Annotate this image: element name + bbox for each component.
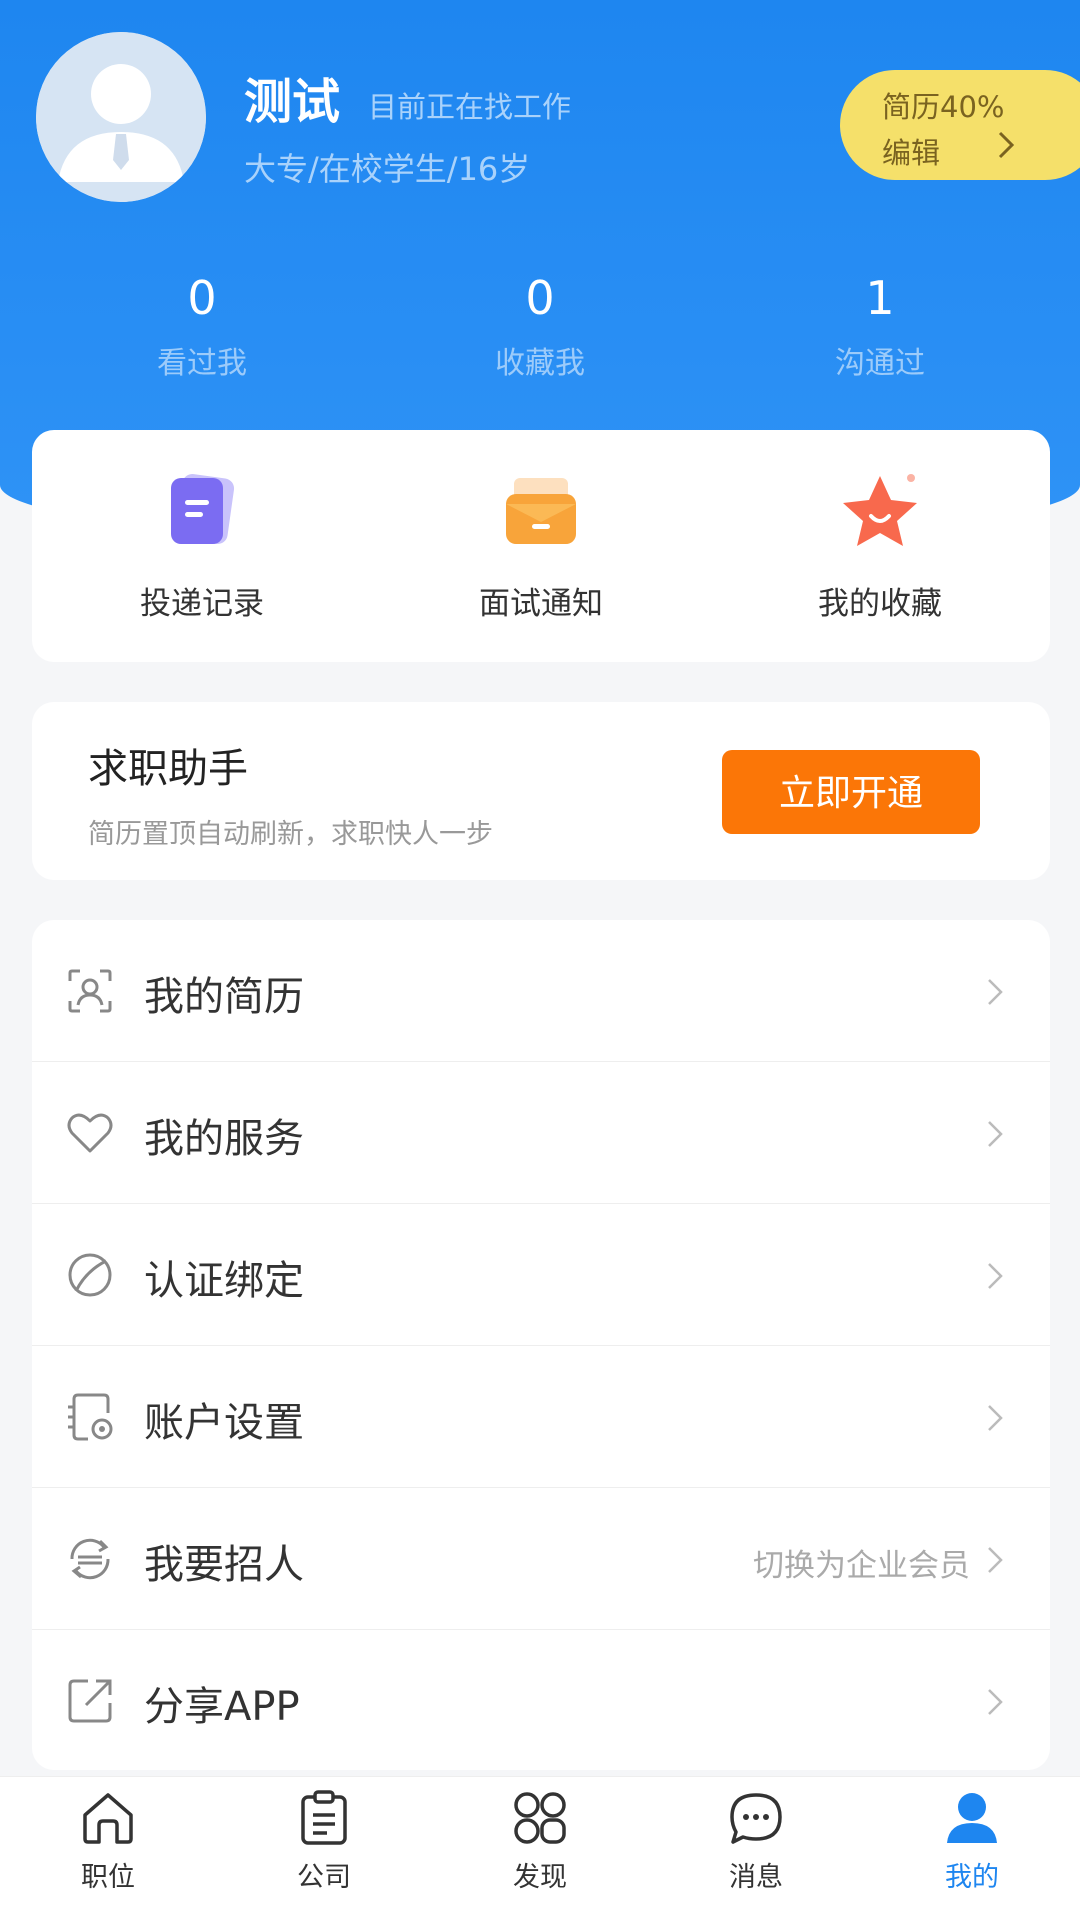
chat-icon (730, 1793, 782, 1844)
chevron-right-icon (988, 1263, 1003, 1289)
stat-value: 0 (187, 271, 217, 325)
quick-link-interviews[interactable]: 面试通知 (371, 466, 711, 623)
quick-link-label: 面试通知 (479, 586, 603, 622)
chevron-right-icon (988, 1689, 1003, 1715)
stat-label: 收藏我 (495, 346, 585, 381)
leaf-icon (68, 1253, 112, 1297)
tab-label: 我的 (945, 1862, 999, 1893)
tab-label: 消息 (729, 1862, 783, 1893)
tab-label: 职位 (81, 1862, 135, 1893)
resume-progress: 简历40% (882, 90, 1005, 124)
stat-favorited[interactable]: 0 收藏我 (370, 270, 710, 382)
menu-label: 我的简历 (144, 974, 304, 1020)
grid-icon (514, 1792, 566, 1844)
assistant-title: 求职助手 (88, 746, 248, 792)
menu-item-verification[interactable]: 认证绑定 (32, 1204, 1050, 1346)
stat-viewed[interactable]: 0 看过我 (32, 270, 372, 382)
user-name: 测试 (244, 74, 341, 130)
tab-me[interactable]: 我的 (864, 1787, 1080, 1894)
stat-label: 看过我 (157, 346, 247, 381)
menu-item-share-app[interactable]: 分享APP (32, 1630, 1050, 1772)
job-status: 目前正在找工作 (368, 90, 572, 124)
switch-icon (70, 1538, 110, 1580)
menu-label: 分享APP (144, 1684, 300, 1730)
quick-links-card: 投递记录 面试通知 我的收藏 (32, 430, 1050, 662)
resume-icon (68, 969, 112, 1013)
clipboard-icon (301, 1790, 347, 1845)
avatar[interactable] (36, 32, 206, 202)
quick-link-favorites[interactable]: 我的收藏 (710, 466, 1050, 623)
activate-button[interactable]: 立即开通 (722, 750, 980, 834)
document-icon (171, 473, 235, 545)
menu-label: 我的服务 (144, 1116, 304, 1162)
job-assistant-card: 求职助手 简历置顶自动刷新，求职快人一步 立即开通 (32, 702, 1050, 880)
stat-value: 1 (865, 271, 895, 325)
stat-value: 0 (525, 271, 555, 325)
user-icon (947, 1793, 997, 1843)
chevron-right-icon (988, 979, 1003, 1005)
tab-label: 公司 (297, 1862, 351, 1893)
stats-row: 0 看过我 0 收藏我 1 沟通过 (0, 270, 1080, 390)
switch-to-enterprise-hint: 切换为企业会员 (753, 1548, 970, 1584)
edit-label: 编辑 (882, 136, 941, 170)
tab-label: 发现 (513, 1862, 567, 1893)
tab-companies[interactable]: 公司 (216, 1787, 432, 1894)
chevron-right-icon (998, 131, 1015, 159)
menu-item-account-settings[interactable]: 账户设置 (32, 1346, 1050, 1488)
stat-contacted[interactable]: 1 沟通过 (710, 270, 1050, 382)
settings-icon (68, 1393, 113, 1441)
home-icon (83, 1793, 133, 1844)
quick-link-label: 我的收藏 (818, 586, 942, 622)
heart-icon (67, 1113, 113, 1153)
tab-discover[interactable]: 发现 (432, 1787, 648, 1894)
menu-label: 账户设置 (144, 1400, 304, 1446)
user-meta: 大专/在校学生/16岁 (244, 150, 531, 188)
stat-label: 沟通过 (835, 346, 925, 381)
star-icon (843, 474, 917, 546)
mail-icon (506, 478, 576, 544)
assistant-subtitle: 简历置顶自动刷新，求职快人一步 (88, 819, 493, 850)
menu-label: 认证绑定 (144, 1258, 304, 1304)
chevron-right-icon (988, 1405, 1003, 1431)
tab-jobs[interactable]: 职位 (0, 1787, 216, 1894)
menu-item-recruit[interactable]: 我要招人 切换为企业会员 (32, 1488, 1050, 1630)
menu-label: 我要招人 (144, 1542, 304, 1588)
quick-link-applications[interactable]: 投递记录 (32, 466, 372, 623)
resume-edit-badge[interactable]: 简历40% 编辑 (840, 70, 1080, 180)
quick-link-label: 投递记录 (140, 586, 264, 622)
menu-list: 我的简历 我的服务 认证绑定 账户设置 我要招人 切换为企业会员 分享APP (32, 920, 1050, 1770)
bottom-tab-bar: 职位 公司 发现 消息 我的 (0, 1776, 1080, 1921)
chevron-right-icon (988, 1121, 1003, 1147)
chevron-right-icon (988, 1547, 1003, 1573)
avatar-placeholder-icon (36, 32, 206, 202)
share-icon (68, 1679, 112, 1723)
menu-item-resume[interactable]: 我的简历 (32, 920, 1050, 1062)
tab-messages[interactable]: 消息 (648, 1787, 864, 1894)
menu-item-services[interactable]: 我的服务 (32, 1062, 1050, 1204)
